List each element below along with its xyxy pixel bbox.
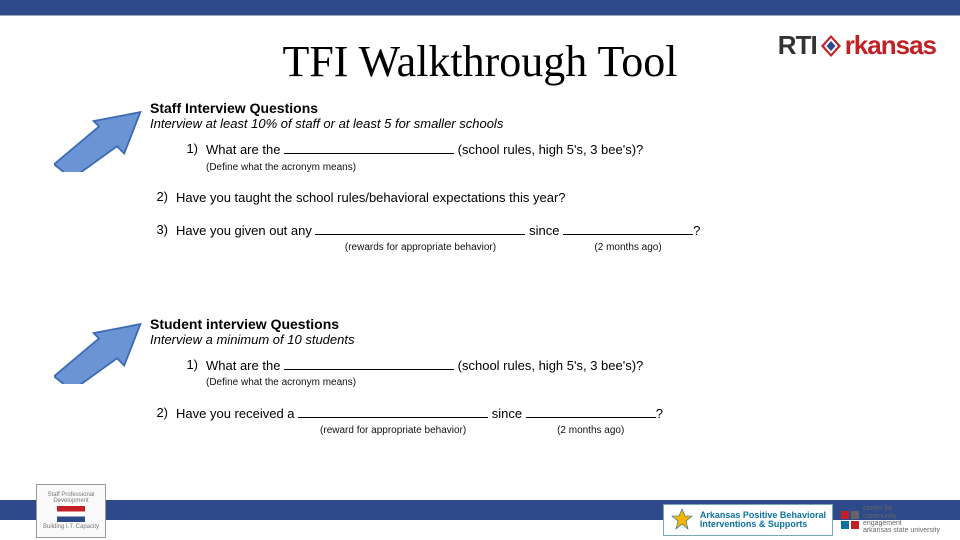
blank-line: [298, 406, 488, 418]
q-text: since: [488, 406, 526, 421]
blank-line: [284, 357, 454, 369]
staff-heading: Staff Interview Questions: [150, 100, 920, 116]
cce-grid-icon: [841, 511, 859, 529]
top-bar: [0, 0, 960, 16]
cce-logo: center for community engagement arkansas…: [841, 505, 940, 534]
top-gap: [0, 16, 960, 22]
arrow-icon: [54, 108, 144, 172]
footer-left-caption: Building I.T. Capacity: [43, 524, 99, 530]
q-sublabel: (Define what the acronym means): [206, 161, 920, 176]
pbis-logo: Arkansas Positive Behavioral Interventio…: [663, 504, 833, 536]
q-text: ?: [656, 406, 663, 421]
student-subheading: Interview a minimum of 10 students: [150, 332, 920, 347]
q-text: What are the: [206, 142, 284, 157]
blank-line: [563, 223, 693, 235]
footer-left-caption: Staff Professional Development: [37, 492, 105, 504]
cce-text: center for community engagement arkansas…: [863, 505, 940, 534]
q-text: (school rules, high 5's, 3 bee's)?: [454, 358, 643, 373]
slide: RTI rkansas TFI Walkthrough Tool Staff I…: [0, 0, 960, 540]
q-number: 1): [180, 357, 206, 372]
q-body: What are the (school rules, high 5's, 3 …: [206, 357, 920, 391]
student-q2: 2) Have you received a (reward for appro…: [150, 405, 920, 438]
q-text: Have you received a: [176, 406, 298, 421]
q-sublabel: (2 months ago): [563, 241, 693, 256]
q-body: Have you received a (reward for appropri…: [176, 405, 920, 438]
cce-line: community: [863, 513, 940, 520]
cce-line: center for: [863, 505, 940, 512]
q-sublabel: (2 months ago): [526, 424, 656, 439]
pbis-line: Interventions & Supports: [700, 520, 826, 529]
small-flag-icon: [57, 506, 85, 522]
q-body: What are the (school rules, high 5's, 3 …: [206, 141, 920, 175]
q-text: Have you taught the school rules/behavio…: [176, 189, 920, 208]
footer-right-logos: Arkansas Positive Behavioral Interventio…: [663, 504, 940, 536]
q-number: 3): [150, 222, 176, 237]
staff-q1: 1) What are the (school rules, high 5's,…: [180, 141, 920, 175]
student-q1: 1) What are the (school rules, high 5's,…: [180, 357, 920, 391]
q-sublabel: (reward for appropriate behavior): [298, 424, 488, 439]
student-heading: Student interview Questions: [150, 316, 920, 332]
q-text: since: [525, 223, 563, 238]
q-text: (school rules, high 5's, 3 bee's)?: [454, 142, 643, 157]
q-text: ?: [693, 223, 700, 238]
arrow-icon: [54, 320, 144, 384]
q-number: 1): [180, 141, 206, 156]
q-sublabel: (Define what the acronym means): [206, 376, 920, 391]
q-number: 2): [150, 405, 176, 420]
blank-line: [315, 223, 525, 235]
staff-subheading: Interview at least 10% of staff or at le…: [150, 116, 920, 131]
cce-line: arkansas state university: [863, 527, 940, 534]
q-text: What are the: [206, 358, 284, 373]
blank-line: [526, 406, 656, 418]
spacer: [150, 270, 920, 316]
footer-left-logo: Staff Professional Development Building …: [36, 484, 106, 538]
q-sublabel: (rewards for appropriate behavior): [315, 241, 525, 256]
staff-q2: 2) Have you taught the school rules/beha…: [150, 189, 920, 208]
cce-line: engagement: [863, 520, 940, 527]
pbis-mark-icon: [670, 508, 694, 532]
staff-q3: 3) Have you given out any (rewards for a…: [150, 222, 920, 255]
page-title: TFI Walkthrough Tool: [0, 36, 960, 87]
q-text: Have you given out any: [176, 223, 315, 238]
q-body: Have you given out any (rewards for appr…: [176, 222, 920, 255]
blank-line: [284, 142, 454, 154]
content-area: Staff Interview Questions Interview at l…: [150, 100, 920, 452]
pbis-text: Arkansas Positive Behavioral Interventio…: [700, 511, 826, 530]
q-number: 2): [150, 189, 176, 204]
